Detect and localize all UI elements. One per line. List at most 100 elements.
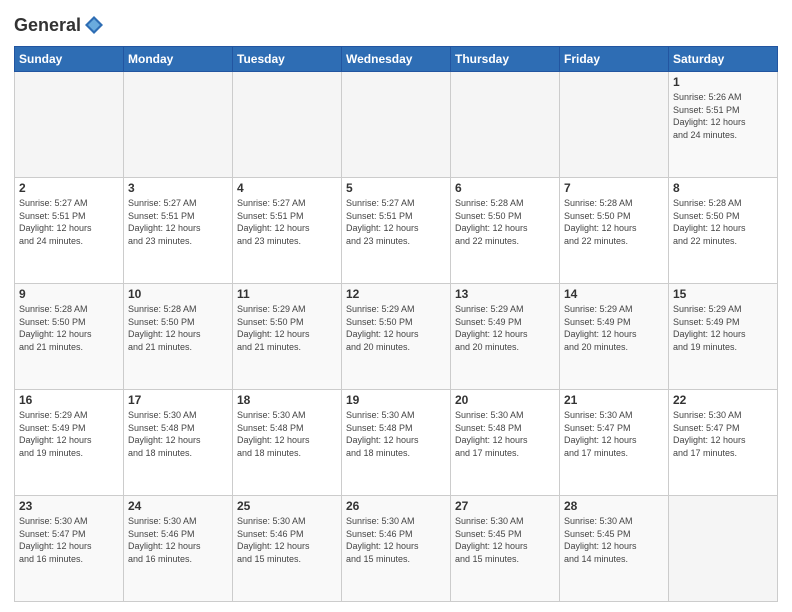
day-number: 7 bbox=[564, 181, 664, 195]
calendar-cell: 15 Sunrise: 5:29 AM Sunset: 5:49 PM Dayli… bbox=[669, 284, 778, 390]
calendar-cell: 26 Sunrise: 5:30 AM Sunset: 5:46 PM Dayli… bbox=[342, 496, 451, 602]
day-number: 8 bbox=[673, 181, 773, 195]
calendar-cell: 14 Sunrise: 5:29 AM Sunset: 5:49 PM Dayli… bbox=[560, 284, 669, 390]
day-number: 22 bbox=[673, 393, 773, 407]
day-info: Sunrise: 5:30 AM Sunset: 5:48 PM Dayligh… bbox=[346, 409, 446, 459]
day-info: Sunrise: 5:30 AM Sunset: 5:47 PM Dayligh… bbox=[564, 409, 664, 459]
calendar-cell bbox=[15, 72, 124, 178]
day-number: 11 bbox=[237, 287, 337, 301]
day-number: 24 bbox=[128, 499, 228, 513]
day-info: Sunrise: 5:30 AM Sunset: 5:47 PM Dayligh… bbox=[673, 409, 773, 459]
day-info: Sunrise: 5:30 AM Sunset: 5:48 PM Dayligh… bbox=[237, 409, 337, 459]
calendar-cell bbox=[560, 72, 669, 178]
day-number: 3 bbox=[128, 181, 228, 195]
calendar-cell: 6 Sunrise: 5:28 AM Sunset: 5:50 PM Daylig… bbox=[451, 178, 560, 284]
day-number: 23 bbox=[19, 499, 119, 513]
day-number: 6 bbox=[455, 181, 555, 195]
calendar-cell: 20 Sunrise: 5:30 AM Sunset: 5:48 PM Dayli… bbox=[451, 390, 560, 496]
day-number: 17 bbox=[128, 393, 228, 407]
logo: General bbox=[14, 14, 105, 38]
day-info: Sunrise: 5:30 AM Sunset: 5:45 PM Dayligh… bbox=[564, 515, 664, 565]
calendar-cell: 11 Sunrise: 5:29 AM Sunset: 5:50 PM Dayli… bbox=[233, 284, 342, 390]
calendar-cell bbox=[451, 72, 560, 178]
calendar-cell: 17 Sunrise: 5:30 AM Sunset: 5:48 PM Dayli… bbox=[124, 390, 233, 496]
day-number: 12 bbox=[346, 287, 446, 301]
day-number: 13 bbox=[455, 287, 555, 301]
logo-general: General bbox=[14, 15, 105, 35]
day-number: 2 bbox=[19, 181, 119, 195]
day-info: Sunrise: 5:29 AM Sunset: 5:49 PM Dayligh… bbox=[455, 303, 555, 353]
day-number: 10 bbox=[128, 287, 228, 301]
day-info: Sunrise: 5:28 AM Sunset: 5:50 PM Dayligh… bbox=[19, 303, 119, 353]
day-number: 18 bbox=[237, 393, 337, 407]
day-number: 15 bbox=[673, 287, 773, 301]
day-number: 4 bbox=[237, 181, 337, 195]
weekday-header-friday: Friday bbox=[560, 47, 669, 72]
day-info: Sunrise: 5:27 AM Sunset: 5:51 PM Dayligh… bbox=[19, 197, 119, 247]
day-number: 25 bbox=[237, 499, 337, 513]
calendar-cell: 25 Sunrise: 5:30 AM Sunset: 5:46 PM Dayli… bbox=[233, 496, 342, 602]
calendar-cell: 8 Sunrise: 5:28 AM Sunset: 5:50 PM Daylig… bbox=[669, 178, 778, 284]
calendar-cell: 16 Sunrise: 5:29 AM Sunset: 5:49 PM Dayli… bbox=[15, 390, 124, 496]
day-info: Sunrise: 5:29 AM Sunset: 5:49 PM Dayligh… bbox=[19, 409, 119, 459]
day-info: Sunrise: 5:28 AM Sunset: 5:50 PM Dayligh… bbox=[455, 197, 555, 247]
calendar-cell: 2 Sunrise: 5:27 AM Sunset: 5:51 PM Daylig… bbox=[15, 178, 124, 284]
day-info: Sunrise: 5:28 AM Sunset: 5:50 PM Dayligh… bbox=[128, 303, 228, 353]
day-info: Sunrise: 5:29 AM Sunset: 5:49 PM Dayligh… bbox=[564, 303, 664, 353]
weekday-header-thursday: Thursday bbox=[451, 47, 560, 72]
day-info: Sunrise: 5:29 AM Sunset: 5:50 PM Dayligh… bbox=[346, 303, 446, 353]
day-number: 1 bbox=[673, 75, 773, 89]
day-info: Sunrise: 5:27 AM Sunset: 5:51 PM Dayligh… bbox=[346, 197, 446, 247]
calendar-cell: 10 Sunrise: 5:28 AM Sunset: 5:50 PM Dayli… bbox=[124, 284, 233, 390]
day-number: 16 bbox=[19, 393, 119, 407]
day-number: 28 bbox=[564, 499, 664, 513]
calendar-cell bbox=[669, 496, 778, 602]
weekday-header-wednesday: Wednesday bbox=[342, 47, 451, 72]
day-info: Sunrise: 5:28 AM Sunset: 5:50 PM Dayligh… bbox=[673, 197, 773, 247]
calendar-cell: 9 Sunrise: 5:28 AM Sunset: 5:50 PM Daylig… bbox=[15, 284, 124, 390]
calendar-cell: 28 Sunrise: 5:30 AM Sunset: 5:45 PM Dayli… bbox=[560, 496, 669, 602]
page: General SundayMondayTuesdayWednesdayThur… bbox=[0, 0, 792, 612]
calendar-cell bbox=[233, 72, 342, 178]
calendar-cell: 12 Sunrise: 5:29 AM Sunset: 5:50 PM Dayli… bbox=[342, 284, 451, 390]
weekday-header-tuesday: Tuesday bbox=[233, 47, 342, 72]
day-number: 26 bbox=[346, 499, 446, 513]
calendar-cell: 3 Sunrise: 5:27 AM Sunset: 5:51 PM Daylig… bbox=[124, 178, 233, 284]
weekday-header-monday: Monday bbox=[124, 47, 233, 72]
header: General bbox=[14, 10, 778, 38]
day-info: Sunrise: 5:27 AM Sunset: 5:51 PM Dayligh… bbox=[237, 197, 337, 247]
day-number: 20 bbox=[455, 393, 555, 407]
day-info: Sunrise: 5:29 AM Sunset: 5:50 PM Dayligh… bbox=[237, 303, 337, 353]
calendar-cell: 7 Sunrise: 5:28 AM Sunset: 5:50 PM Daylig… bbox=[560, 178, 669, 284]
calendar-cell: 18 Sunrise: 5:30 AM Sunset: 5:48 PM Dayli… bbox=[233, 390, 342, 496]
calendar-cell: 27 Sunrise: 5:30 AM Sunset: 5:45 PM Dayli… bbox=[451, 496, 560, 602]
calendar-cell: 23 Sunrise: 5:30 AM Sunset: 5:47 PM Dayli… bbox=[15, 496, 124, 602]
day-number: 14 bbox=[564, 287, 664, 301]
calendar: SundayMondayTuesdayWednesdayThursdayFrid… bbox=[14, 46, 778, 602]
day-number: 5 bbox=[346, 181, 446, 195]
day-info: Sunrise: 5:27 AM Sunset: 5:51 PM Dayligh… bbox=[128, 197, 228, 247]
day-info: Sunrise: 5:30 AM Sunset: 5:46 PM Dayligh… bbox=[346, 515, 446, 565]
calendar-cell: 5 Sunrise: 5:27 AM Sunset: 5:51 PM Daylig… bbox=[342, 178, 451, 284]
day-info: Sunrise: 5:29 AM Sunset: 5:49 PM Dayligh… bbox=[673, 303, 773, 353]
weekday-header-sunday: Sunday bbox=[15, 47, 124, 72]
day-number: 27 bbox=[455, 499, 555, 513]
calendar-cell: 19 Sunrise: 5:30 AM Sunset: 5:48 PM Dayli… bbox=[342, 390, 451, 496]
calendar-cell: 4 Sunrise: 5:27 AM Sunset: 5:51 PM Daylig… bbox=[233, 178, 342, 284]
day-info: Sunrise: 5:30 AM Sunset: 5:48 PM Dayligh… bbox=[128, 409, 228, 459]
calendar-cell bbox=[342, 72, 451, 178]
day-info: Sunrise: 5:30 AM Sunset: 5:45 PM Dayligh… bbox=[455, 515, 555, 565]
calendar-cell bbox=[124, 72, 233, 178]
calendar-cell: 22 Sunrise: 5:30 AM Sunset: 5:47 PM Dayli… bbox=[669, 390, 778, 496]
day-info: Sunrise: 5:30 AM Sunset: 5:46 PM Dayligh… bbox=[237, 515, 337, 565]
day-number: 19 bbox=[346, 393, 446, 407]
weekday-header-saturday: Saturday bbox=[669, 47, 778, 72]
day-info: Sunrise: 5:28 AM Sunset: 5:50 PM Dayligh… bbox=[564, 197, 664, 247]
day-info: Sunrise: 5:26 AM Sunset: 5:51 PM Dayligh… bbox=[673, 91, 773, 141]
day-info: Sunrise: 5:30 AM Sunset: 5:48 PM Dayligh… bbox=[455, 409, 555, 459]
day-info: Sunrise: 5:30 AM Sunset: 5:47 PM Dayligh… bbox=[19, 515, 119, 565]
day-number: 21 bbox=[564, 393, 664, 407]
calendar-cell: 24Sunrise: 5:30 AM Sunset: 5:46 PM Dayli… bbox=[124, 496, 233, 602]
day-number: 9 bbox=[19, 287, 119, 301]
calendar-cell: 13 Sunrise: 5:29 AM Sunset: 5:49 PM Dayli… bbox=[451, 284, 560, 390]
